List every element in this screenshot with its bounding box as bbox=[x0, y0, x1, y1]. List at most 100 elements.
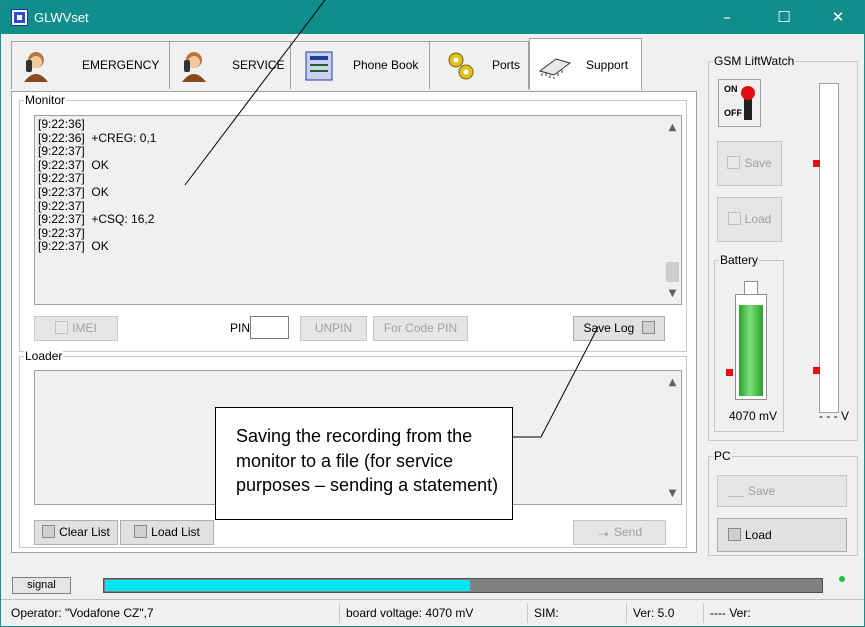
load-icon bbox=[727, 212, 741, 225]
monitor-group: Monitor [9:22:36] [9:22:36] +CREG: 0,1 [… bbox=[19, 93, 687, 352]
tab-emergency[interactable]: EMERGENCY bbox=[11, 41, 171, 89]
status-ver: Ver: 5.0 bbox=[626, 603, 674, 623]
monitor-scrollbar[interactable]: ▲ ▼ bbox=[664, 116, 681, 304]
chip-icon bbox=[538, 58, 572, 79]
callout-text: Saving the recording from the monitor to… bbox=[236, 426, 499, 495]
log-line: [9:22:37] bbox=[38, 144, 85, 159]
log-line: [9:22:36] bbox=[38, 117, 85, 131]
person-phone-icon bbox=[182, 52, 206, 82]
app-icon bbox=[11, 9, 28, 26]
signal-label: signal bbox=[12, 577, 71, 594]
window-title: GLWVset bbox=[34, 10, 89, 25]
tab-service[interactable]: SERVICE bbox=[169, 41, 291, 89]
tab-label: Support bbox=[586, 58, 629, 72]
tab-ports[interactable]: Ports bbox=[429, 41, 529, 89]
save-log-button[interactable]: Save Log bbox=[573, 316, 665, 341]
disk-icon bbox=[134, 525, 148, 538]
clear-list-label: Clear List bbox=[59, 525, 110, 539]
log-line: [9:22:37] +CSQ: 16,2 bbox=[38, 212, 155, 227]
pin-input[interactable] bbox=[250, 316, 289, 339]
imei-button-label: IMEI bbox=[72, 321, 97, 335]
battery-label: Battery bbox=[719, 253, 760, 267]
switch-on-label: ON bbox=[724, 84, 738, 94]
gsm-load-label: Load bbox=[744, 212, 772, 226]
signal-fill bbox=[105, 580, 470, 591]
save-icon bbox=[728, 484, 744, 497]
monitor-log[interactable]: [9:22:36] [9:22:36] +CREG: 0,1 [9:22:37]… bbox=[34, 115, 682, 305]
pin-label: PIN bbox=[230, 321, 251, 335]
battery-fill bbox=[739, 305, 763, 396]
gsm-liftwatch-label: GSM LiftWatch bbox=[713, 54, 796, 68]
power-switch[interactable]: ON OFF bbox=[718, 79, 761, 127]
for-code-pin-button[interactable]: For Code PIN bbox=[373, 316, 468, 341]
gsm-save-button[interactable]: Save bbox=[717, 141, 782, 186]
imei-icon bbox=[55, 321, 69, 334]
tab-label: EMERGENCY bbox=[82, 58, 160, 72]
person-phone-icon bbox=[24, 52, 48, 82]
log-line: [9:22:37] OK bbox=[38, 157, 109, 172]
monitor-lines: [9:22:36] [9:22:36] +CREG: 0,1 [9:22:37]… bbox=[38, 117, 157, 254]
clear-list-button[interactable]: Clear List bbox=[34, 520, 118, 545]
tab-phone-book[interactable]: Phone Book bbox=[290, 41, 430, 89]
pc-load-label: Load bbox=[745, 528, 772, 542]
signal-bar bbox=[103, 578, 823, 593]
pc-save-label: Save bbox=[748, 484, 776, 498]
status-board-voltage: board voltage: 4070 mV bbox=[339, 603, 473, 623]
send-label: Send bbox=[613, 525, 643, 539]
unpin-button[interactable]: UNPIN bbox=[300, 316, 367, 341]
send-button[interactable]: ⇢ Send bbox=[573, 520, 666, 545]
gsm-load-button[interactable]: Load bbox=[717, 197, 782, 242]
pc-group-label: PC bbox=[713, 449, 732, 463]
trash-icon bbox=[42, 525, 56, 538]
scroll-up-icon[interactable]: ▲ bbox=[664, 119, 681, 136]
scroll-thumb[interactable] bbox=[666, 262, 679, 282]
monitor-group-label: Monitor bbox=[24, 93, 67, 107]
status-led bbox=[839, 576, 845, 582]
battery-marker bbox=[726, 369, 733, 376]
send-icon: ⇢ bbox=[598, 527, 609, 541]
scroll-down-icon[interactable]: ▼ bbox=[664, 285, 681, 302]
tab-support[interactable]: Support bbox=[529, 38, 642, 90]
disk-icon bbox=[728, 528, 741, 541]
minimize-button[interactable]: – bbox=[704, 1, 750, 34]
voltage-value: - - - V bbox=[819, 409, 849, 423]
annotation-callout: Saving the recording from the monitor to… bbox=[215, 407, 513, 520]
scroll-down-icon[interactable]: ▼ bbox=[664, 485, 681, 502]
save-log-label: Save Log bbox=[583, 321, 635, 335]
pc-save-button[interactable]: Save bbox=[717, 475, 847, 507]
log-line: [9:22:36] +CREG: 0,1 bbox=[38, 130, 157, 145]
voltage-meter bbox=[819, 83, 839, 413]
pc-load-button[interactable]: Load bbox=[717, 518, 847, 552]
gears-icon bbox=[448, 52, 474, 80]
tab-label: SERVICE bbox=[232, 58, 285, 72]
status-operator: Operator: "Vodafone CZ",7 bbox=[11, 606, 154, 620]
log-line: [9:22:37] bbox=[38, 198, 85, 213]
loader-scrollbar[interactable]: ▲ ▼ bbox=[664, 371, 681, 504]
phone-book-icon bbox=[305, 51, 333, 81]
tab-label: Ports bbox=[492, 58, 521, 72]
status-bar: Operator: "Vodafone CZ",7 board voltage:… bbox=[1, 599, 864, 626]
load-list-button[interactable]: Load List bbox=[120, 520, 214, 545]
loader-group-label: Loader bbox=[24, 349, 64, 363]
status-ver2: ---- Ver: bbox=[703, 603, 751, 623]
scroll-up-icon[interactable]: ▲ bbox=[664, 374, 681, 391]
close-button[interactable]: ✕ bbox=[815, 1, 861, 34]
battery-gauge bbox=[735, 294, 767, 400]
battery-cap bbox=[744, 281, 758, 295]
maximize-button[interactable]: ☐ bbox=[761, 1, 807, 34]
disk-icon bbox=[641, 321, 655, 334]
log-line: [9:22:37] bbox=[38, 225, 85, 240]
title-bar: GLWVset – ☐ ✕ bbox=[1, 1, 864, 34]
imei-button[interactable]: IMEI bbox=[34, 316, 118, 341]
gsm-save-label: Save bbox=[744, 156, 772, 170]
log-line: [9:22:37] OK bbox=[38, 184, 109, 199]
battery-value: 4070 mV bbox=[729, 409, 778, 423]
switch-knob bbox=[741, 86, 755, 100]
voltage-marker-low bbox=[813, 367, 820, 374]
switch-off-label: OFF bbox=[724, 108, 742, 118]
log-line: [9:22:37] bbox=[38, 171, 85, 186]
voltage-marker-high bbox=[813, 160, 820, 167]
save-icon bbox=[727, 156, 741, 169]
tab-label: Phone Book bbox=[353, 58, 419, 72]
log-line: [9:22:37] OK bbox=[38, 239, 109, 254]
